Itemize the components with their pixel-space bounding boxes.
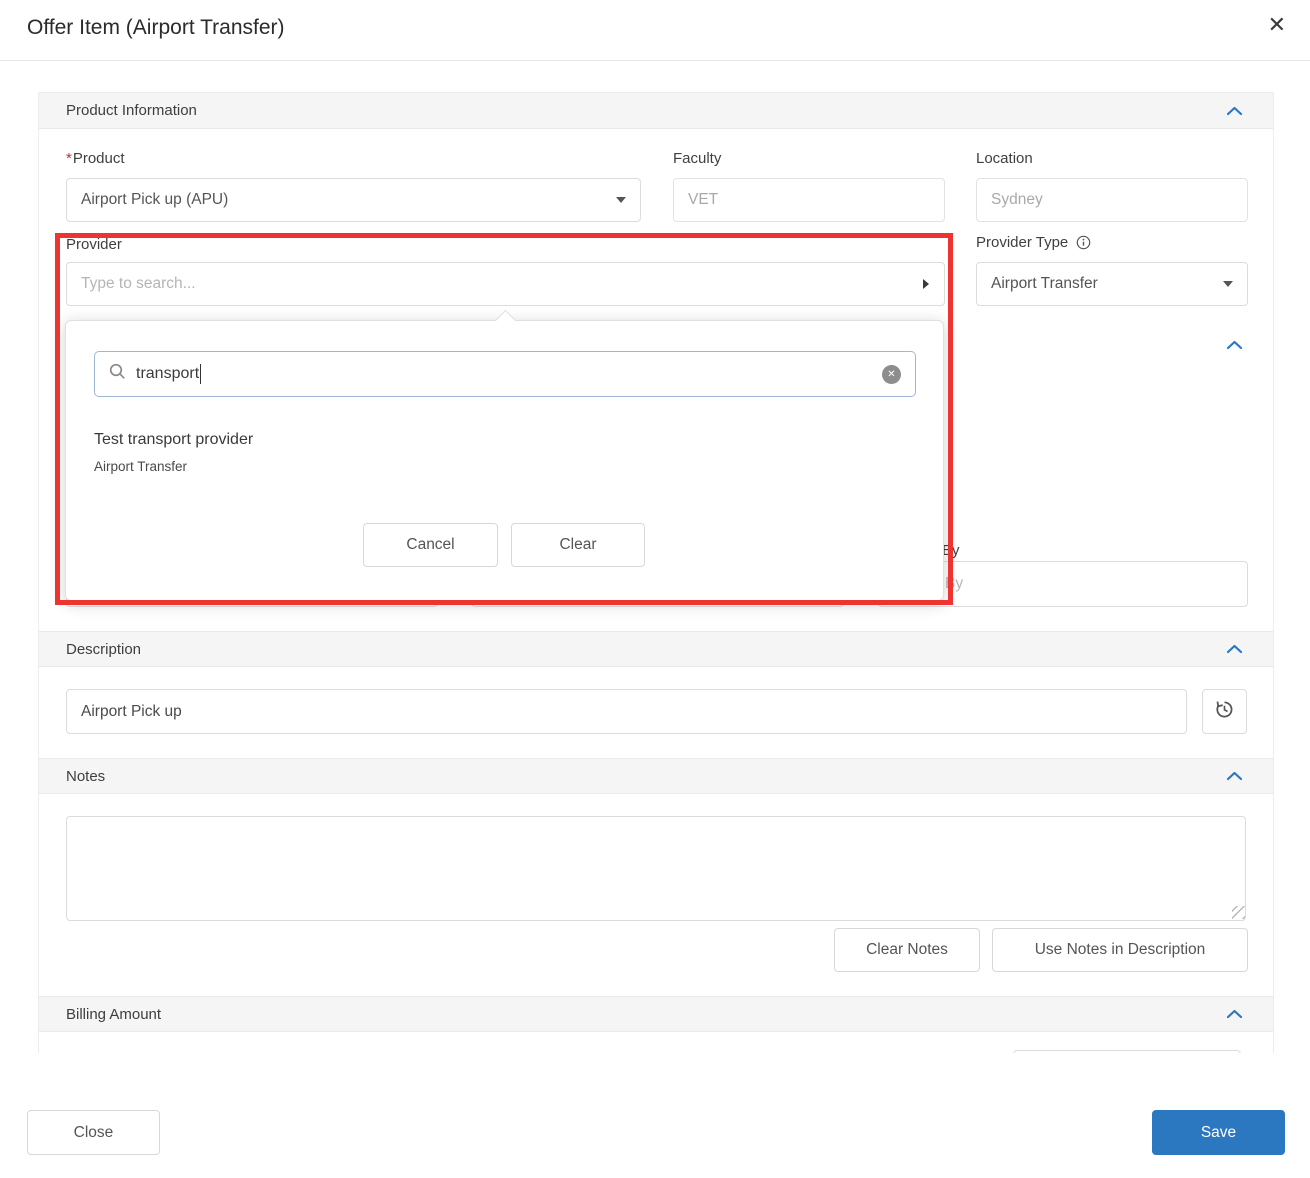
section-title: Billing Amount	[66, 1006, 161, 1023]
provider-search-input[interactable]	[66, 262, 945, 306]
close-button[interactable]: Close	[27, 1110, 160, 1155]
section-header-billing-amount[interactable]: Billing Amount	[39, 996, 1273, 1032]
billing-partial-input[interactable]	[1013, 1050, 1241, 1053]
chevron-down-icon	[616, 197, 626, 203]
restore-description-button[interactable]	[1202, 689, 1247, 734]
provider-combobox[interactable]	[66, 262, 945, 306]
section-header-description[interactable]: Description	[39, 631, 1273, 667]
page-title: Offer Item (Airport Transfer)	[27, 16, 285, 40]
required-asterisk: *	[66, 150, 72, 167]
chevron-up-icon[interactable]	[1226, 1009, 1243, 1019]
save-button[interactable]: Save	[1152, 1110, 1285, 1155]
modal-header: Offer Item (Airport Transfer) ✕	[0, 0, 1310, 61]
partial-field-label: By	[942, 542, 960, 559]
close-icon[interactable]: ✕	[1268, 14, 1286, 36]
search-icon	[109, 363, 126, 385]
clear-notes-button[interactable]: Clear Notes	[834, 928, 980, 972]
clear-search-icon[interactable]: ✕	[882, 365, 901, 384]
section-title: Notes	[66, 768, 105, 785]
chevron-up-icon[interactable]	[1226, 644, 1243, 654]
section-title: Description	[66, 641, 141, 658]
chevron-up-icon[interactable]	[1226, 340, 1243, 350]
use-notes-in-description-button[interactable]: Use Notes in Description	[992, 928, 1248, 972]
resize-handle[interactable]	[1232, 906, 1245, 919]
provider-type-select[interactable]: Airport Transfer	[976, 262, 1248, 306]
search-result-item[interactable]: Test transport provider	[94, 431, 253, 449]
location-label: Location	[976, 150, 1033, 167]
description-input[interactable]	[66, 689, 1187, 734]
provider-search-popover: transport ✕ Test transport provider Airp…	[65, 320, 944, 601]
chevron-up-icon[interactable]	[1226, 106, 1243, 116]
product-select[interactable]: Airport Pick up (APU)	[66, 178, 641, 222]
provider-type-label: Provider Type	[976, 234, 1091, 251]
faculty-label: Faculty	[673, 150, 721, 167]
clear-button[interactable]: Clear	[511, 523, 645, 567]
search-query-text: transport	[136, 365, 199, 383]
section-header-notes[interactable]: Notes	[39, 758, 1273, 794]
notes-textarea[interactable]	[66, 816, 1246, 921]
offer-item-modal: { "colors": { "accent_blue": "#2b77c0", …	[0, 0, 1310, 1178]
product-label: *Product	[66, 150, 125, 167]
popover-search-input[interactable]: transport ✕	[94, 351, 916, 397]
info-icon[interactable]	[1076, 235, 1091, 250]
expand-arrow-icon[interactable]	[923, 279, 929, 289]
text-cursor	[200, 364, 201, 384]
section-title: Product Information	[66, 102, 197, 119]
cancel-button[interactable]: Cancel	[363, 523, 498, 567]
location-input	[976, 178, 1248, 222]
provider-label: Provider	[66, 236, 122, 253]
search-result-subtitle: Airport Transfer	[94, 459, 187, 474]
chevron-up-icon[interactable]	[1226, 771, 1243, 781]
chevron-down-icon	[1223, 281, 1233, 287]
section-header-product-information[interactable]: Product Information	[39, 93, 1273, 129]
history-icon	[1215, 700, 1234, 724]
faculty-input	[673, 178, 945, 222]
